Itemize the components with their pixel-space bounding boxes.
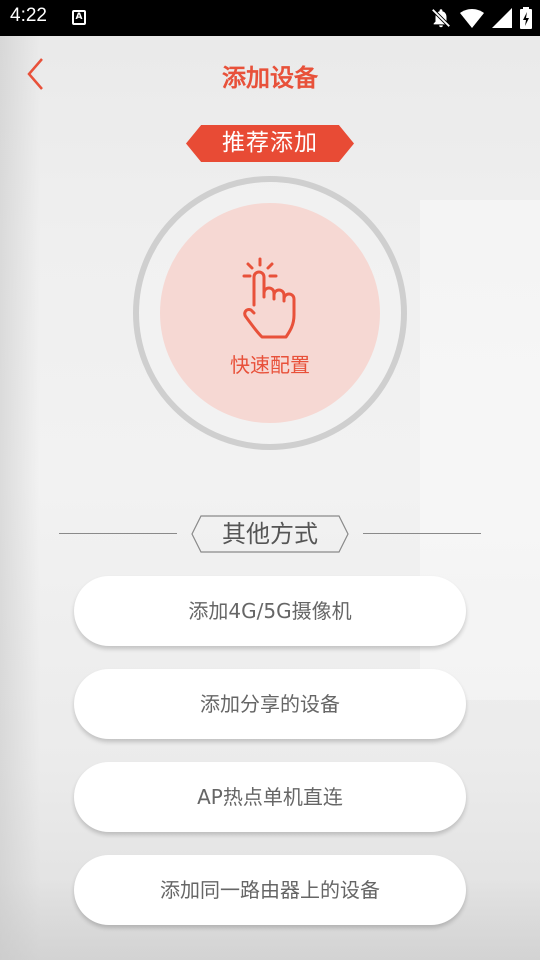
page-title: 添加设备 [222, 64, 318, 92]
cell-signal-icon [492, 8, 512, 28]
notifications-off-icon [431, 8, 451, 28]
divider-line-right [363, 533, 481, 534]
ap-hotspot-direct-button[interactable]: AP热点单机直连 [74, 762, 466, 832]
status-icons [430, 6, 532, 30]
other-methods-tag: 其他方式 [191, 515, 349, 553]
status-time: 4:22 [10, 5, 47, 26]
other-methods-label: 其他方式 [222, 520, 318, 548]
battery-charging-icon [520, 7, 532, 29]
keyboard-notification-icon: A [72, 10, 86, 25]
divider-line-left [59, 533, 177, 534]
add-shared-device-button[interactable]: 添加分享的设备 [74, 669, 466, 739]
recommended-tag: 推荐添加 [186, 125, 354, 162]
status-bar: 4:22 A [0, 0, 540, 36]
wifi-icon [460, 9, 484, 28]
tap-finger-icon [242, 257, 296, 339]
header: 添加设备 [0, 36, 540, 110]
other-methods-divider: 其他方式 [0, 515, 540, 553]
background-shade [0, 36, 40, 960]
quick-config-button[interactable]: 快速配置 [160, 203, 380, 423]
add-4g5g-camera-button[interactable]: 添加4G/5G摄像机 [74, 576, 466, 646]
quick-config-label: 快速配置 [230, 353, 310, 377]
add-same-router-device-button[interactable]: 添加同一路由器上的设备 [74, 855, 466, 925]
